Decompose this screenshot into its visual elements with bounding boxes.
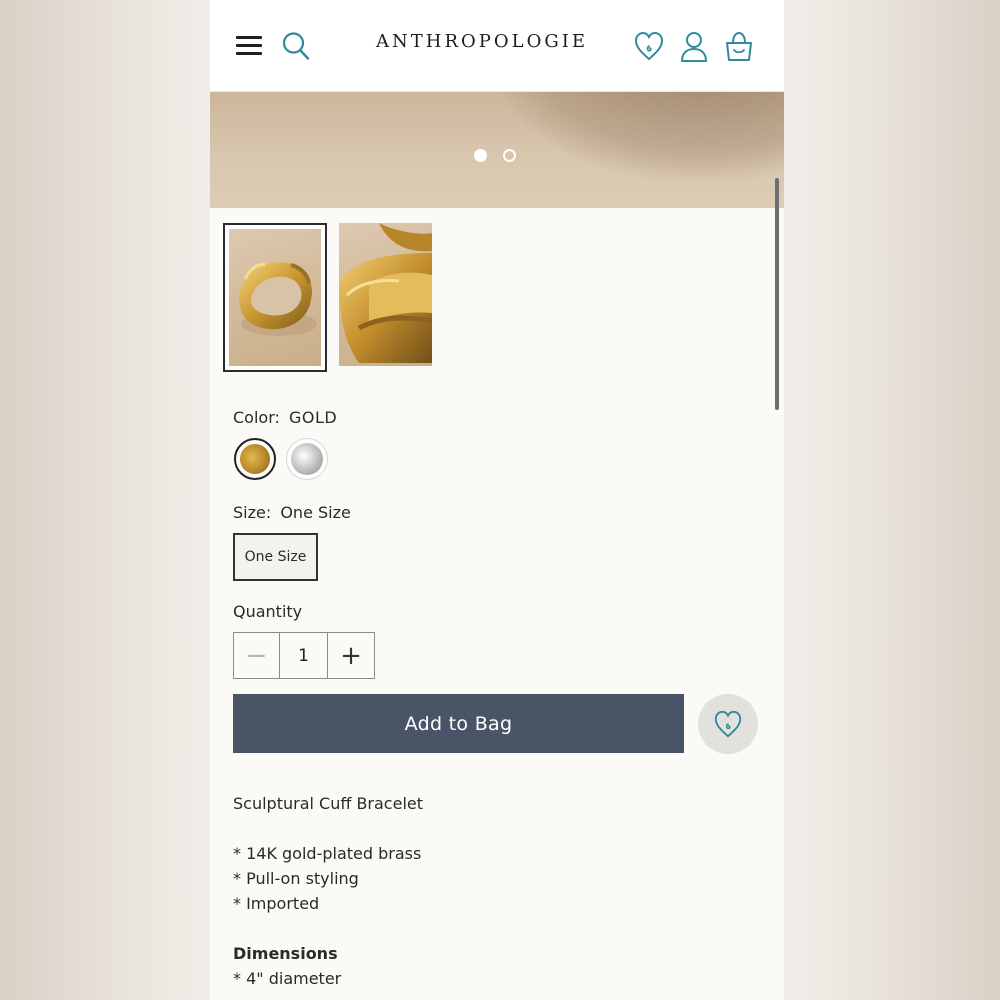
color-label: Color: <box>233 408 280 427</box>
add-to-bag-button[interactable]: Add to Bag <box>233 694 684 753</box>
product-page: ANTHROPOLOGIE Color: GOLD Size: One Size… <box>210 0 784 1000</box>
scrollbar[interactable] <box>775 178 779 410</box>
quantity-stepper: − 1 + <box>233 632 375 679</box>
color-swatch-silver[interactable] <box>286 438 328 480</box>
color-value: GOLD <box>288 408 338 427</box>
size-option-one-size[interactable]: One Size <box>233 533 318 581</box>
search-icon[interactable] <box>281 30 311 62</box>
quantity-input[interactable]: 1 <box>280 633 328 678</box>
size-selector-label: Size: One Size <box>233 503 351 522</box>
carousel-dot-2[interactable] <box>503 149 516 162</box>
gold-swatch-fill <box>240 444 270 474</box>
menu-line <box>236 44 262 47</box>
dimensions-heading: Dimensions <box>233 944 338 963</box>
quantity-decrease-button[interactable]: − <box>234 633 280 678</box>
gold-cuff-image <box>239 262 317 336</box>
dimension-bullet: * 4" diameter <box>233 969 342 988</box>
product-hero-image[interactable] <box>210 92 784 208</box>
thumbnail-1[interactable] <box>223 223 327 372</box>
feature-bullet: * Imported <box>233 894 320 913</box>
site-logo[interactable]: ANTHROPOLOGIE <box>362 31 602 52</box>
feature-bullet: * Pull-on styling <box>233 869 359 888</box>
gold-cuff-closeup-image <box>339 223 432 363</box>
carousel-dot-1[interactable] <box>474 149 487 162</box>
menu-line <box>236 36 262 39</box>
hamburger-menu-icon[interactable] <box>236 34 264 58</box>
color-swatch-gold[interactable] <box>234 438 276 480</box>
hero-shadow <box>490 92 784 182</box>
heart-icon <box>714 710 742 738</box>
thumbnail-image <box>229 229 321 366</box>
thumbnail-image <box>339 223 432 366</box>
thumbnail-2[interactable] <box>339 223 432 366</box>
user-icon[interactable] <box>678 29 710 63</box>
color-selector-label: Color: GOLD <box>233 408 337 427</box>
heart-icon[interactable] <box>633 29 665 63</box>
quantity-label: Quantity <box>233 602 303 621</box>
size-value: One Size <box>280 503 351 522</box>
feature-bullet: * 14K gold-plated brass <box>233 844 422 863</box>
quantity-increase-button[interactable]: + <box>328 633 374 678</box>
size-label: Size: <box>233 503 272 522</box>
add-to-wishlist-button[interactable] <box>698 694 758 754</box>
menu-line <box>236 52 262 55</box>
product-title: Sculptural Cuff Bracelet <box>233 794 424 813</box>
silver-swatch-fill <box>291 443 323 475</box>
shopping-bag-icon[interactable] <box>723 29 755 63</box>
site-header: ANTHROPOLOGIE <box>210 0 784 92</box>
